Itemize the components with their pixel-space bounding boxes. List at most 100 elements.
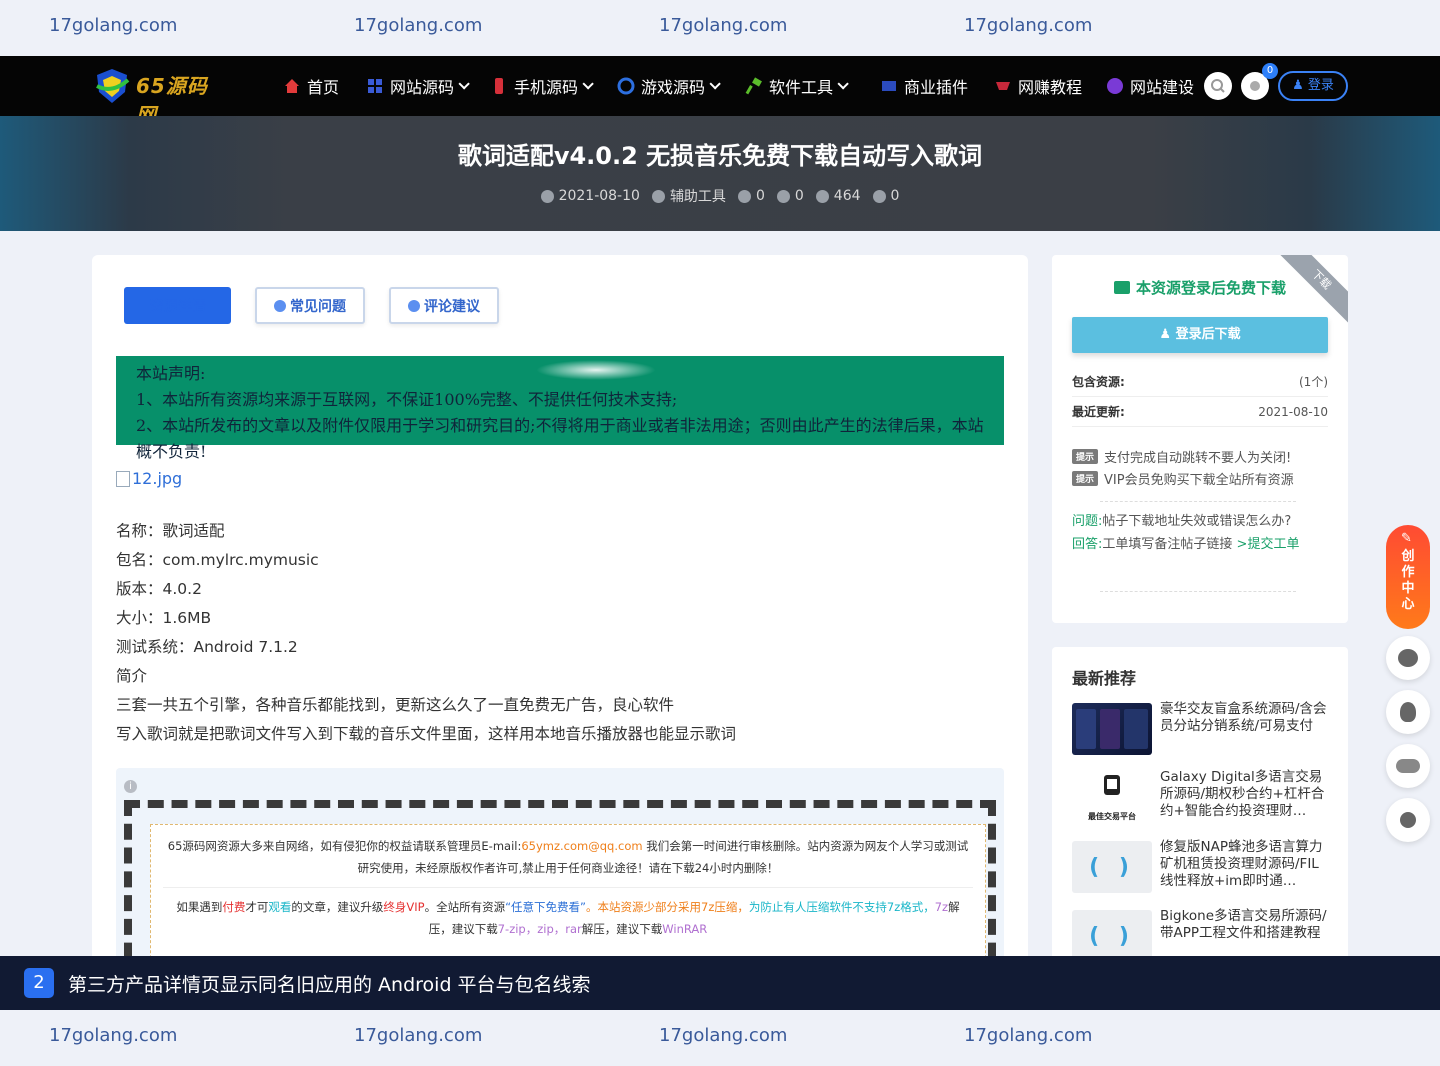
post-meta: 2021-08-10 辅助工具 0 0 464 0	[0, 186, 1440, 206]
nav-website-building[interactable]: 网站建设	[1106, 74, 1194, 98]
qq-button[interactable]	[1386, 690, 1430, 734]
nav-earning-tutorials[interactable]: 网赚教程	[994, 74, 1082, 98]
nav-mobile-source[interactable]: 手机源码	[490, 74, 594, 98]
text: “任意下免费看”	[505, 900, 587, 914]
meta-comments: 0	[872, 186, 899, 206]
wechat-button[interactable]	[1386, 636, 1430, 680]
nav-software-tools[interactable]: 软件工具	[745, 74, 849, 98]
includes-row: 包含资源: (1个)	[1072, 367, 1328, 397]
text: 。全站所有资源	[424, 900, 506, 914]
text: 压，建议下载	[428, 922, 498, 936]
meta-stars: 0	[737, 186, 765, 206]
watermark-text: 17golang.com	[354, 15, 483, 36]
recommend-item[interactable]: 最佳交易平台 Galaxy Digital多语言交易所源码/期权秒合约+杠杆合约…	[1072, 769, 1328, 827]
plugin-icon	[882, 81, 896, 91]
thumbnail-image	[1104, 775, 1120, 795]
user-icon: ♟	[1292, 78, 1308, 93]
info-line: 三套一共五个引擎，各种音乐都能找到，更新这么久了一直免费无广告，良心软件	[116, 696, 675, 714]
loading-icon: ( )	[1072, 841, 1152, 893]
vip-paragraph: 如果遇到付费才可观看的文章，建议升级终身VIP。全站所有资源“任意下免费看”。本…	[163, 896, 973, 940]
tip-badge: 提示	[1072, 449, 1099, 464]
watermark-text: 17golang.com	[49, 15, 178, 36]
tab-label: 评论建议	[424, 298, 480, 315]
q-label: 问题:	[1072, 514, 1103, 529]
faq-answer: 回答:工单填写备注帖子链接 >提交工单	[1072, 534, 1320, 556]
theme-toggle-button[interactable]	[1386, 798, 1430, 842]
info-line: 名称：歌词适配	[116, 522, 225, 540]
user-icon: ♟	[1159, 327, 1176, 342]
tab-details[interactable]: 资源详情	[124, 287, 231, 324]
email-link[interactable]: 65ymz.com@qq.com	[521, 839, 642, 853]
vip-link[interactable]: 终身VIP	[383, 900, 424, 914]
meta-date: 2021-08-10	[540, 186, 640, 206]
info-line: 简介	[116, 667, 148, 685]
site-logo[interactable]: 65源码网	[92, 64, 228, 127]
thumbnail-image	[1076, 709, 1148, 749]
tip-text: VIP会员免购买下载全站所有资源	[1104, 473, 1294, 488]
caption-bar: 2 第三方产品详情页显示同名旧应用的 Android 平台与包名线索	[0, 956, 1440, 1010]
watermark-text: 17golang.com	[659, 15, 788, 36]
tip-text: 支付完成自动跳转不要人为关闭!	[1104, 451, 1292, 466]
tip-row: 提示 支付完成自动跳转不要人为关闭!	[1072, 447, 1291, 466]
tip-badge: 提示	[1072, 471, 1099, 486]
recommend-title: 最新推荐	[1072, 669, 1137, 688]
watermark-text: 17golang.com	[354, 1025, 483, 1046]
broken-image-icon	[116, 470, 130, 487]
notification-badge: 0	[1262, 63, 1278, 79]
login-button[interactable]: ♟ 登录	[1278, 71, 1348, 101]
post-title: 歌词适配v4.0.2 无损音乐免费下载自动写入歌词	[457, 142, 983, 170]
updated-row: 最近更新: 2021-08-10	[1072, 397, 1328, 427]
notification-button[interactable]: 0	[1241, 63, 1278, 100]
recommend-item[interactable]: 豪华交友盲盒系统源码/含会员分站分销系统/可易支付	[1072, 701, 1328, 759]
watermark-bar-top: 17golang.com 17golang.com 17golang.com 1…	[0, 0, 1440, 56]
nav-business-plugins[interactable]: 商业插件	[880, 74, 968, 98]
pen-icon: ✎	[1401, 531, 1412, 546]
nav-label: 网赚教程	[1018, 78, 1083, 97]
clock-icon	[540, 189, 554, 203]
watermark-bar-bottom: 17golang.com 17golang.com 17golang.com 1…	[0, 1010, 1440, 1066]
creator-center-button[interactable]: ✎ 创作中心	[1386, 525, 1430, 629]
nav-website-source[interactable]: 网站源码	[366, 74, 470, 98]
disclaimer-line: 1、本站所有资源均来源于互联网，不保证100%完整、不提供任何技术支持;	[136, 390, 678, 409]
download-links[interactable]: 7-zip，zip，rar	[498, 922, 582, 936]
login-label: 登录	[1307, 78, 1334, 93]
question-icon	[274, 299, 286, 312]
creator-label: 创作中心	[1401, 549, 1415, 612]
shield-logo-icon	[96, 69, 130, 103]
recommend-item[interactable]: ( ) 修复版NAP蜂池多语言算力矿机租赁投资理财源码/FIL线性释放+im即时…	[1072, 839, 1328, 897]
meta-category[interactable]: 辅助工具	[651, 186, 726, 206]
broken-image[interactable]: 12.jpg	[116, 469, 182, 488]
login-download-button[interactable]: ♟ 登录后下载	[1072, 317, 1328, 353]
tab-comments[interactable]: 评论建议	[389, 287, 499, 324]
disclaimer-line: 2、本站所发布的文章以及附件仅限用于学习和研究目的;不得将用于商业或者非法用途；…	[136, 416, 984, 461]
game-icon	[617, 77, 635, 95]
meta-views: 464	[815, 186, 861, 206]
tab-faq[interactable]: 常见问题	[255, 287, 365, 324]
tip-row: 提示 VIP会员免购买下载全站所有资源	[1072, 469, 1294, 488]
nav-game-source[interactable]: 游戏源码	[617, 74, 721, 98]
nav-label: 手机源码	[514, 78, 579, 97]
download-title: 本资源登录后免费下载	[1052, 277, 1348, 298]
q-text: 帖子下载地址失效或错误怎么办?	[1102, 514, 1292, 529]
cloud-icon	[1396, 759, 1420, 773]
tab-label: 资源详情	[149, 298, 206, 315]
text: 才可	[245, 900, 269, 914]
nav-label: 首页	[307, 78, 340, 97]
wechat-icon	[1398, 649, 1418, 667]
nav-home[interactable]: 首页	[283, 74, 339, 98]
item-title: Galaxy Digital多语言交易所源码/期权秒合约+杠杆合约+智能合约投资…	[1160, 769, 1325, 819]
meta-likes: 0	[776, 186, 804, 206]
loading-icon: ( )	[1072, 910, 1152, 962]
text: 65源码网资源大多来自网络，如有侵犯你的权益请联系管理员E-mail:	[167, 839, 522, 853]
winrar-link[interactable]: WinRAR	[662, 922, 707, 936]
submit-ticket-link[interactable]: >提交工单	[1237, 537, 1300, 552]
a-label: 回答:	[1072, 537, 1103, 552]
search-button[interactable]	[1204, 72, 1232, 100]
cloud-button[interactable]	[1386, 744, 1430, 788]
hammer-icon	[745, 77, 762, 95]
caption-text: 第三方产品详情页显示同名旧应用的 Android 平台与包名线索	[68, 973, 591, 996]
info-line: 包名：com.mylrc.mymusic	[116, 551, 319, 569]
nav-label: 游戏源码	[641, 78, 706, 97]
text: 付费	[222, 900, 246, 914]
star-icon	[737, 189, 751, 203]
